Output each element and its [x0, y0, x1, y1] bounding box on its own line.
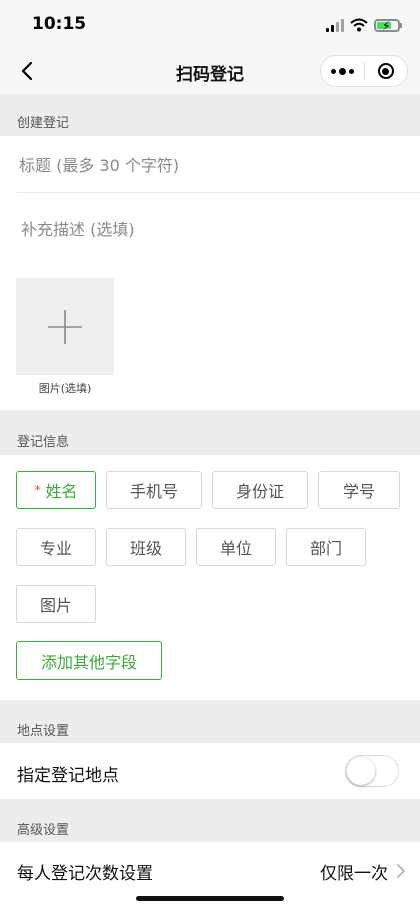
plus-icon: [48, 309, 82, 344]
create-section: 图片(选填): [0, 136, 420, 410]
field-chip-major[interactable]: 专业: [16, 528, 96, 566]
create-section-header: 创建登记: [17, 116, 70, 131]
battery-icon: ⚡: [374, 18, 400, 33]
status-bar: 10:15 ⚡: [0, 0, 420, 48]
field-chip-phone[interactable]: 手机号: [106, 471, 202, 509]
field-chip-label: 图片: [39, 596, 72, 615]
field-chip-organization[interactable]: 单位: [196, 528, 276, 566]
field-chip-department[interactable]: 部门: [286, 528, 366, 566]
add-field-button[interactable]: 添加其他字段: [16, 641, 162, 680]
advanced-section-header: 高级设置: [17, 823, 70, 838]
image-upload-button[interactable]: [16, 278, 114, 375]
nav-bar: 扫码登记: [0, 48, 420, 94]
chevron-right-icon: [397, 864, 405, 878]
field-chip-class[interactable]: 班级: [106, 528, 186, 566]
image-upload-label: 图片(选填): [38, 382, 92, 395]
field-chip-student-id[interactable]: 学号: [318, 471, 400, 509]
wifi-icon: [350, 18, 368, 32]
title-input[interactable]: [17, 136, 411, 194]
status-time: 10:15: [32, 14, 87, 34]
required-mark: *: [34, 483, 41, 497]
field-chip-label: 部门: [309, 539, 342, 558]
registration-count-value: 仅限一次: [320, 864, 388, 884]
status-icons: ⚡: [326, 15, 402, 35]
mini-program-capsule: [320, 55, 408, 87]
field-chip-label: 专业: [39, 539, 72, 558]
info-section-header: 登记信息: [17, 435, 70, 450]
target-icon: [377, 63, 394, 79]
registration-count-row[interactable]: 每人登记次数设置 仅限一次: [0, 842, 420, 898]
field-chip-image[interactable]: 图片: [16, 585, 96, 623]
specify-location-toggle[interactable]: [345, 755, 399, 787]
field-chip-label: 班级: [129, 539, 162, 558]
signal-icon: [326, 18, 344, 32]
toggle-knob: [347, 757, 375, 785]
info-section: * 姓名 手机号 身份证 学号 专业 班级 单位 部门 图片 添加其他字段: [0, 455, 420, 700]
field-chip-label: 手机号: [129, 482, 178, 501]
field-chip-label: 单位: [219, 539, 252, 558]
description-input[interactable]: [21, 216, 401, 276]
field-chip-name[interactable]: * 姓名: [16, 471, 96, 509]
location-section: 指定登记地点: [0, 743, 420, 799]
divider: [17, 192, 420, 193]
home-indicator: [136, 896, 284, 901]
field-chip-label: 姓名: [45, 482, 78, 501]
registration-count-label: 每人登记次数设置: [17, 864, 153, 884]
field-chip-id-card[interactable]: 身份证: [212, 471, 308, 509]
field-chip-label: 学号: [342, 482, 375, 501]
location-section-header: 地点设置: [17, 724, 70, 739]
close-mini-program-button[interactable]: [364, 56, 407, 86]
specify-location-label: 指定登记地点: [17, 766, 119, 786]
more-button[interactable]: [321, 56, 364, 86]
field-chip-label: 身份证: [235, 482, 284, 501]
